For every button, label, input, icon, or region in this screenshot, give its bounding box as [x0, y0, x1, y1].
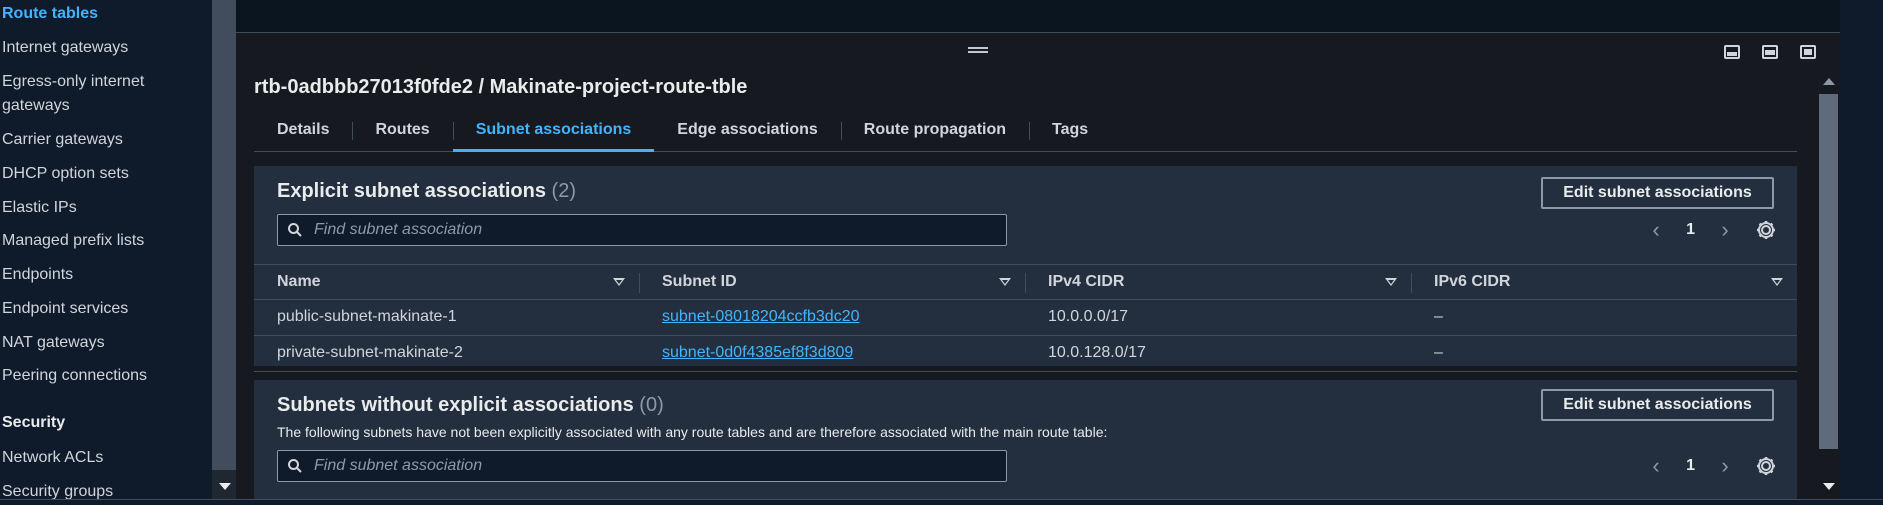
tab-details[interactable]: Details	[254, 112, 352, 152]
cell-subnet-id: subnet-08018204ccfb3dc20	[639, 300, 1025, 335]
sidebar-scrollbar-thumb[interactable]	[212, 0, 236, 470]
page-number[interactable]: 1	[1686, 221, 1695, 239]
search-icon	[288, 459, 302, 473]
chevron-left-icon[interactable]: ‹	[1646, 453, 1666, 478]
without-associations-description: The following subnets have not been expl…	[277, 424, 1108, 440]
explicit-pagination: ‹ 1 ›	[1646, 214, 1777, 246]
cell-ipv4-cidr: 10.0.0.0/17	[1048, 308, 1129, 325]
explicit-associations-header: Explicit subnet associations (2)	[277, 180, 576, 203]
sidebar-item-network-acls[interactable]: Network ACLs	[2, 446, 103, 470]
tab-routes[interactable]: Routes	[352, 112, 452, 152]
chevron-left-icon[interactable]: ‹	[1646, 217, 1666, 242]
sort-icon[interactable]	[1385, 278, 1397, 286]
search-icon	[288, 223, 302, 237]
panel-maximize-icon[interactable]	[1800, 45, 1816, 59]
without-search-input[interactable]	[314, 451, 994, 481]
sort-icon[interactable]	[613, 278, 625, 286]
sidebar-section-security: Security	[2, 414, 66, 431]
scroll-down-arrow-icon[interactable]	[219, 483, 231, 490]
page-right-edge	[1840, 0, 1883, 505]
tab-list: Details Routes Subnet associations Edge …	[254, 112, 1797, 152]
table-header: Name Subnet ID IPv4 CIDR IPv6 CIDR	[254, 264, 1797, 300]
panel-title: rtb-0adbbb27013f0fde2 / Makinate-project…	[254, 76, 748, 98]
edit-subnet-associations-button[interactable]: Edit subnet associations	[1541, 177, 1774, 209]
tab-edge-associations[interactable]: Edge associations	[654, 112, 841, 152]
cell-name: private-subnet-makinate-2	[277, 344, 463, 361]
sidebar-item-endpoint-services[interactable]: Endpoint services	[2, 297, 128, 321]
top-content-area	[236, 0, 1840, 33]
explicit-associations-count: (2)	[551, 180, 576, 202]
gear-icon[interactable]	[1755, 455, 1777, 477]
split-panel: rtb-0adbbb27013f0fde2 / Makinate-project…	[236, 33, 1840, 505]
sidebar-item-managed-prefix-lists[interactable]: Managed prefix lists	[2, 229, 144, 253]
without-associations-container: Subnets without explicit associations (0…	[254, 380, 1797, 505]
sidebar-scrollbar[interactable]	[212, 0, 236, 505]
bottom-edge	[0, 499, 1883, 505]
chevron-right-icon[interactable]: ›	[1715, 453, 1735, 478]
explicit-search-input[interactable]	[314, 215, 994, 245]
explicit-associations-container: Explicit subnet associations (2) Edit su…	[254, 166, 1797, 372]
sort-icon[interactable]	[1771, 278, 1783, 286]
explicit-associations-title: Explicit subnet associations	[277, 180, 546, 202]
sidebar-item-internet-gateways[interactable]: Internet gateways	[2, 36, 128, 60]
edit-subnet-associations-button[interactable]: Edit subnet associations	[1541, 389, 1774, 421]
sort-icon[interactable]	[999, 278, 1011, 286]
column-header-ipv4-cidr[interactable]: IPv4 CIDR	[1025, 265, 1411, 299]
chevron-right-icon[interactable]: ›	[1715, 217, 1735, 242]
without-associations-title: Subnets without explicit associations	[277, 394, 634, 416]
column-header-name[interactable]: Name	[254, 265, 639, 299]
cell-name: public-subnet-makinate-1	[277, 308, 457, 325]
panel-scrollbar[interactable]	[1817, 72, 1840, 499]
column-header-subnet-id[interactable]: Subnet ID	[639, 265, 1025, 299]
panel-bottom-icon[interactable]	[1724, 45, 1740, 59]
scroll-up-arrow-icon[interactable]	[1823, 78, 1835, 85]
sidebar-item-peering-connections[interactable]: Peering connections	[2, 364, 147, 388]
panel-position-tools	[1724, 45, 1816, 59]
without-search-field	[277, 450, 1007, 482]
sidebar-item-elastic-ips[interactable]: Elastic IPs	[2, 196, 77, 220]
explicit-search-field	[277, 214, 1007, 246]
table-row: public-subnet-makinate-1 subnet-08018204…	[254, 300, 1797, 336]
tab-route-propagation[interactable]: Route propagation	[840, 112, 1029, 152]
panel-side-icon[interactable]	[1762, 45, 1778, 59]
panel-scrollbar-thumb[interactable]	[1819, 94, 1838, 449]
gear-icon[interactable]	[1755, 219, 1777, 241]
sidebar-item-dhcp-option-sets[interactable]: DHCP option sets	[2, 162, 129, 186]
scroll-down-arrow-icon[interactable]	[1823, 483, 1835, 490]
tab-subnet-associations[interactable]: Subnet associations	[452, 112, 655, 152]
sidebar-item-route-tables[interactable]: Route tables	[2, 2, 98, 26]
without-associations-header: Subnets without explicit associations (0…	[277, 394, 664, 417]
sidebar-item-endpoints[interactable]: Endpoints	[2, 263, 73, 287]
cell-ipv6-cidr: –	[1434, 308, 1443, 325]
subnet-id-link[interactable]: subnet-08018204ccfb3dc20	[662, 308, 860, 325]
subnet-id-link[interactable]: subnet-0d0f4385ef8f3d809	[662, 344, 853, 361]
table-row: private-subnet-makinate-2 subnet-0d0f438…	[254, 336, 1797, 372]
column-header-ipv6-cidr[interactable]: IPv6 CIDR	[1411, 265, 1797, 299]
without-pagination: ‹ 1 ›	[1646, 450, 1777, 482]
without-associations-count: (0)	[639, 394, 664, 416]
cell-subnet-id: subnet-0d0f4385ef8f3d809	[639, 336, 1025, 371]
sidebar-item-nat-gateways[interactable]: NAT gateways	[2, 331, 105, 355]
cell-ipv6-cidr: –	[1434, 344, 1443, 361]
cell-ipv4-cidr: 10.0.128.0/17	[1048, 344, 1146, 361]
explicit-associations-table: Name Subnet ID IPv4 CIDR IPv6 CIDR publi…	[254, 264, 1797, 372]
sidebar-item-carrier-gateways[interactable]: Carrier gateways	[2, 128, 123, 152]
sidebar-item-egress-only-internet-gateways[interactable]: Egress-only internet gateways	[2, 70, 192, 118]
sidebar: Route tables Internet gateways Egress-on…	[0, 0, 212, 505]
page-number[interactable]: 1	[1686, 457, 1695, 475]
drag-handle-icon[interactable]	[968, 47, 988, 55]
tab-tags[interactable]: Tags	[1029, 112, 1111, 152]
